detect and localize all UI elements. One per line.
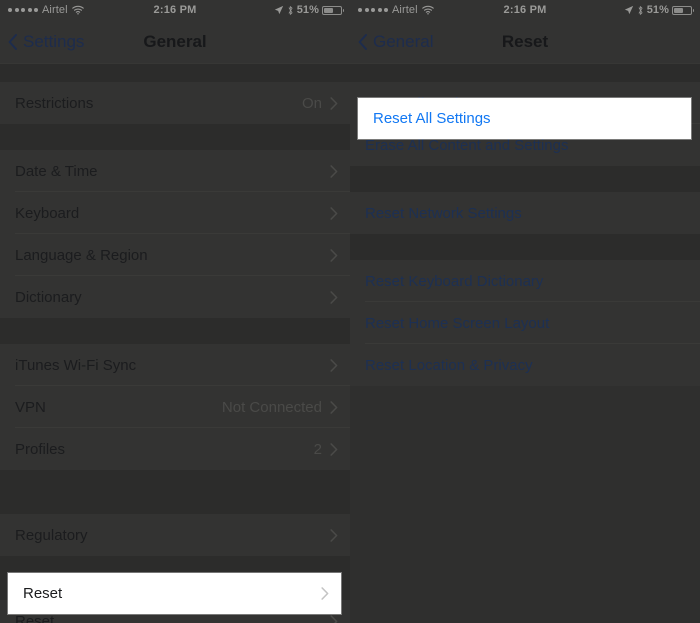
location-arrow-icon <box>624 5 634 15</box>
clock-label: 2:16 PM <box>503 4 547 16</box>
row-reset-location-privacy[interactable]: Reset Location & Privacy <box>350 344 700 386</box>
status-bar-right: Airtel 2:16 PM 51% <box>350 0 700 20</box>
battery-icon <box>322 5 345 15</box>
carrier-label: Airtel <box>392 4 418 16</box>
row-label: Reset <box>15 612 55 623</box>
chevron-right-icon <box>330 206 338 220</box>
row-label: Language & Region <box>15 246 148 264</box>
highlighted-row-label: Reset All Settings <box>373 110 491 127</box>
bluetooth-icon <box>637 5 644 16</box>
status-bar-right-group: 51% <box>197 4 345 16</box>
row-value: Not Connected <box>221 398 322 416</box>
row-profiles[interactable]: Profiles 2 <box>0 428 350 470</box>
row-keyboard[interactable]: Keyboard <box>0 192 350 234</box>
nav-bar-right: General Reset <box>350 20 700 64</box>
chevron-right-icon <box>330 528 338 542</box>
dual-screenshot-container: Airtel 2:16 PM 51% Settings General Rest… <box>0 0 700 623</box>
status-bar-right-group: 51% <box>547 4 695 16</box>
status-bar-left-group: Airtel <box>8 4 154 16</box>
row-label: Keyboard <box>15 204 80 222</box>
row-label: Reset Network Settings <box>365 204 522 222</box>
row-label: iTunes Wi-Fi Sync <box>15 356 137 374</box>
settings-table-general: Restrictions On Date & Time Keyboard Lan… <box>0 64 350 623</box>
row-restrictions[interactable]: Restrictions On <box>0 82 350 124</box>
chevron-right-icon <box>330 358 338 372</box>
row-value: 2 <box>313 440 322 458</box>
row-label: Erase All Content and Settings <box>365 136 569 154</box>
row-label: Regulatory <box>15 526 88 544</box>
row-label: Reset Home Screen Layout <box>365 314 550 332</box>
row-label: Reset Keyboard Dictionary <box>365 272 544 290</box>
left-screen-general: Airtel 2:16 PM 51% Settings General Rest… <box>0 0 350 623</box>
chevron-right-icon <box>330 290 338 304</box>
clock-label: 2:16 PM <box>153 4 197 16</box>
group-spacer <box>0 318 350 344</box>
back-button-settings[interactable]: Settings <box>0 32 84 52</box>
group-spacer <box>350 64 700 82</box>
back-button-label: Settings <box>23 31 85 51</box>
signal-strength-dots <box>358 8 388 12</box>
bluetooth-icon <box>287 5 294 16</box>
carrier-label: Airtel <box>42 4 68 16</box>
chevron-right-icon <box>330 614 338 623</box>
row-itunes-wifi-sync[interactable]: iTunes Wi-Fi Sync <box>0 344 350 386</box>
chevron-right-icon <box>321 587 329 600</box>
back-button-label: General <box>373 31 434 51</box>
row-language-region[interactable]: Language & Region <box>0 234 350 276</box>
location-arrow-icon <box>274 5 284 15</box>
highlighted-row-label: Reset <box>23 585 63 602</box>
group-spacer <box>0 470 350 514</box>
status-bar-left-group: Airtel <box>358 4 504 16</box>
battery-percent-label: 51% <box>296 4 320 16</box>
row-date-time[interactable]: Date & Time <box>0 150 350 192</box>
status-bar-left: Airtel 2:16 PM 51% <box>0 0 350 20</box>
row-label: Reset Location & Privacy <box>365 356 533 374</box>
chevron-right-icon <box>330 248 338 262</box>
row-reset-home-screen-layout[interactable]: Reset Home Screen Layout <box>350 302 700 344</box>
row-label: Dictionary <box>15 288 82 306</box>
chevron-right-icon <box>330 400 338 414</box>
wifi-icon <box>421 5 434 15</box>
row-label: VPN <box>15 398 46 416</box>
highlighted-row-reset-all-settings[interactable]: Reset All Settings <box>358 98 691 139</box>
row-reset-keyboard-dictionary[interactable]: Reset Keyboard Dictionary <box>350 260 700 302</box>
chevron-left-icon <box>8 33 18 50</box>
chevron-right-icon <box>330 442 338 456</box>
row-vpn[interactable]: VPN Not Connected <box>0 386 350 428</box>
battery-icon <box>672 5 695 15</box>
chevron-right-icon <box>330 96 338 110</box>
row-label: Date & Time <box>15 162 98 180</box>
back-button-general[interactable]: General <box>350 32 433 52</box>
right-screen-reset: Airtel 2:16 PM 51% General Reset Erase A… <box>350 0 700 623</box>
battery-percent-label: 51% <box>646 4 670 16</box>
group-spacer <box>350 166 700 192</box>
group-spacer <box>350 234 700 260</box>
nav-bar-left: Settings General <box>0 20 350 64</box>
highlighted-row-reset[interactable]: Reset <box>8 573 341 614</box>
row-reset-network-settings[interactable]: Reset Network Settings <box>350 192 700 234</box>
row-value: On <box>301 94 322 112</box>
row-regulatory[interactable]: Regulatory <box>0 514 350 556</box>
row-dictionary[interactable]: Dictionary <box>0 276 350 318</box>
chevron-left-icon <box>358 33 368 50</box>
group-spacer <box>0 124 350 150</box>
row-label: Restrictions <box>15 94 94 112</box>
group-spacer <box>0 64 350 82</box>
wifi-icon <box>71 5 84 15</box>
signal-strength-dots <box>8 8 38 12</box>
chevron-right-icon <box>330 164 338 178</box>
row-label: Profiles <box>15 440 66 458</box>
